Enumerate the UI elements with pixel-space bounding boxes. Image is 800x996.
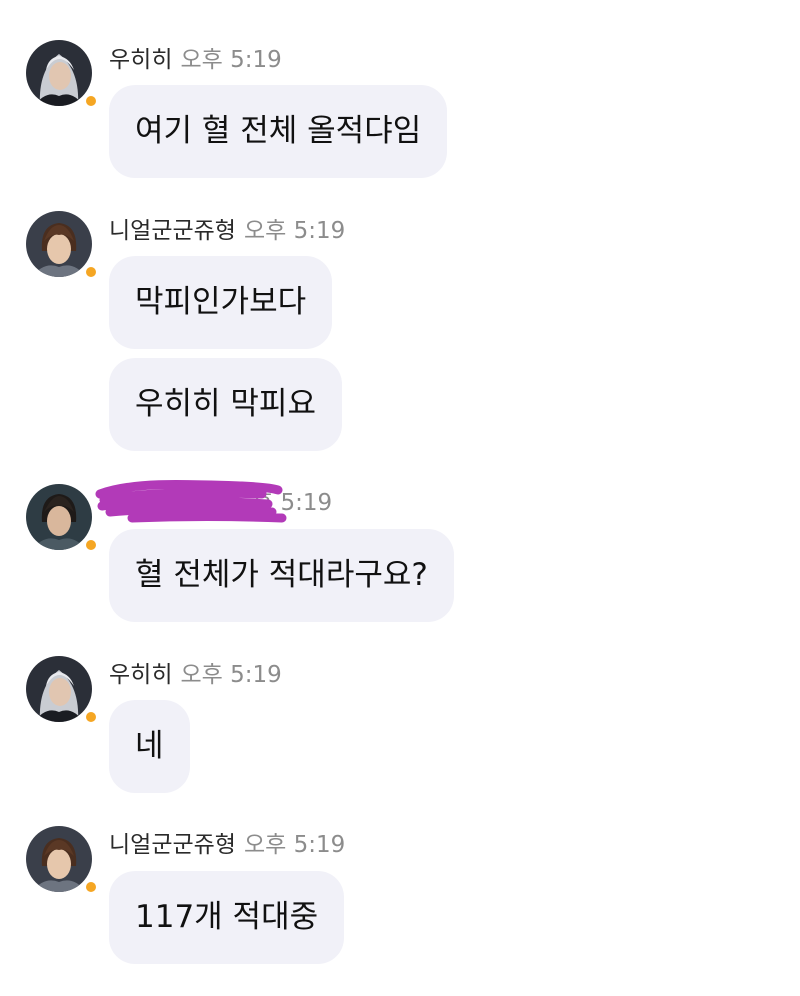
avatar[interactable] (26, 656, 98, 724)
chat-message-list[interactable]: 우히히 오후 5:19 여기 혈 전체 올적댜임 니얼군군쥬형 오후 5:19 막피… (0, 0, 800, 996)
avatar[interactable] (26, 40, 98, 108)
silver-hair-character-avatar-icon (26, 656, 92, 722)
message-time: 오후 5:19 (243, 832, 346, 858)
message-header: 니얼군군쥬형 오후 5:19 (109, 216, 345, 246)
message-time: 오후 5:19 (243, 218, 346, 244)
sender-name[interactable]: 우히히 (109, 47, 172, 73)
redaction-scribble (95, 479, 287, 523)
message-bubble[interactable]: 혈 전체가 적대라구요? (109, 529, 454, 622)
brown-hair-character-avatar-icon (26, 211, 92, 277)
avatar[interactable] (26, 484, 98, 552)
brown-hair-character-avatar-icon (26, 826, 92, 892)
online-status-dot (84, 880, 98, 894)
message-header: 우히히 오후 5:19 (109, 660, 282, 690)
sender-name[interactable]: 우히히 (109, 662, 172, 688)
dark-hair-character-avatar-icon (26, 484, 92, 550)
sender-name[interactable]: 니얼군군쥬형 (109, 218, 236, 244)
sender-name[interactable]: 니얼군군쥬형 (109, 832, 236, 858)
message-bubble[interactable]: 117개 적대중 (109, 871, 345, 964)
message-header: 니얼군군쥬형 오후 5:19 (109, 830, 345, 860)
online-status-dot (84, 710, 98, 724)
online-status-dot (84, 265, 98, 279)
message-time: 오후 5:19 (180, 47, 282, 73)
message-header: 우히히 오후 5:19 (109, 45, 282, 75)
message-bubble[interactable]: 우히히 막피요 (109, 358, 342, 451)
avatar[interactable] (26, 211, 98, 279)
silver-hair-character-avatar-icon (26, 40, 92, 106)
message-bubble[interactable]: 막피인가보다 (109, 256, 333, 349)
message-time: 오후 5:19 (180, 662, 282, 688)
online-status-dot (84, 538, 98, 552)
message-bubble[interactable]: 여기 혈 전체 올적댜임 (109, 85, 448, 178)
avatar[interactable] (26, 826, 98, 894)
message-bubble[interactable]: 네 (109, 700, 190, 793)
online-status-dot (84, 94, 98, 108)
